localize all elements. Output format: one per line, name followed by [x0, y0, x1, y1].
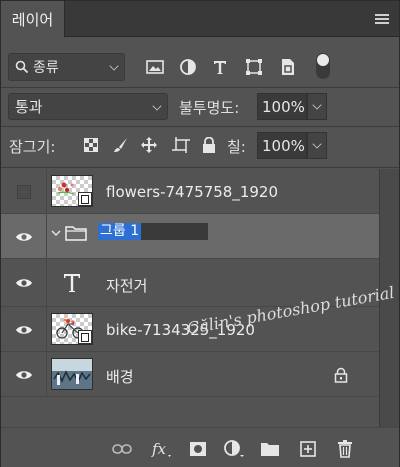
search-icon	[15, 60, 29, 74]
fx-layer-style-icon[interactable]: fx	[150, 438, 172, 460]
lock-transparent-pixels-icon[interactable]	[81, 135, 101, 155]
chevron-down-icon	[109, 61, 119, 71]
layer-name[interactable]: 배경	[106, 366, 134, 387]
hidden-visibility-box	[16, 184, 31, 199]
layers-bottom-toolbar: fx	[1, 427, 399, 467]
new-group-folder-icon[interactable]	[259, 438, 281, 460]
lock-all-icon[interactable]	[199, 135, 219, 155]
text-layer-icon	[64, 274, 80, 292]
divider	[1, 87, 399, 88]
opacity-label: 불투명도:	[179, 99, 240, 117]
layer-row-selected[interactable]: 그룹 1	[1, 214, 379, 259]
filter-toggle-switch[interactable]	[316, 53, 330, 79]
svg-text:fx: fx	[151, 440, 167, 458]
chevron-down-icon	[312, 139, 322, 149]
eye-icon	[15, 232, 32, 241]
lock-icon[interactable]	[334, 367, 348, 383]
filter-adjustment-icon[interactable]	[177, 56, 199, 78]
tab-layers[interactable]: 레이어	[1, 1, 65, 37]
visibility-toggle[interactable]	[1, 169, 47, 214]
lock-image-pixels-icon[interactable]	[111, 135, 131, 155]
smart-object-badge-icon	[78, 192, 92, 206]
visibility-toggle[interactable]	[1, 259, 47, 307]
filter-kind-select[interactable]: 종류	[8, 53, 125, 81]
chevron-down-icon	[152, 101, 162, 111]
filter-pixel-icon[interactable]	[144, 56, 166, 78]
blend-mode-select[interactable]: 통과	[8, 93, 168, 120]
folder-icon	[65, 226, 87, 241]
lock-artboard-icon[interactable]	[171, 135, 191, 155]
layer-thumbnail	[51, 313, 93, 345]
lock-position-icon[interactable]	[139, 135, 159, 155]
fill-input[interactable]: 100%	[257, 132, 307, 159]
layer-row[interactable]: flowers-7475758_1920	[1, 169, 379, 214]
filter-smart-object-icon[interactable]	[277, 56, 299, 78]
panel-tab-bar: 레이어	[1, 1, 399, 37]
blend-mode-label: 통과	[15, 98, 43, 116]
opacity-dropdown[interactable]	[307, 93, 327, 120]
trash-icon[interactable]	[334, 438, 356, 460]
visibility-toggle[interactable]	[1, 352, 47, 397]
filter-type-icon[interactable]	[209, 56, 231, 78]
visibility-toggle[interactable]	[1, 214, 47, 259]
visibility-toggle[interactable]	[1, 307, 47, 352]
fill-dropdown[interactable]	[307, 132, 327, 159]
smart-object-badge-icon	[78, 330, 92, 344]
link-layers-icon[interactable]	[111, 438, 133, 460]
eye-icon	[15, 325, 32, 334]
adjustment-layer-icon[interactable]	[223, 438, 245, 460]
chevron-down-icon	[312, 100, 322, 110]
divider	[1, 126, 399, 127]
layers-panel: 레이어 종류 통과 불투명도: 100% 잠그기: 칠: 100% flower…	[0, 0, 400, 467]
eye-icon	[15, 279, 32, 287]
divider	[1, 167, 399, 168]
filter-kind-label: 종류	[33, 60, 59, 76]
add-mask-icon[interactable]	[187, 438, 209, 460]
eye-icon	[15, 370, 32, 379]
filter-shape-icon[interactable]	[243, 56, 265, 78]
layer-thumbnail	[51, 175, 93, 207]
panel-menu-icon[interactable]	[375, 14, 389, 24]
new-layer-icon[interactable]	[297, 438, 319, 460]
layer-name[interactable]: flowers-7475758_1920	[106, 183, 278, 201]
opacity-input[interactable]: 100%	[257, 93, 307, 120]
fill-label: 칠:	[227, 138, 246, 156]
layer-name-selected-text: 그룹 1	[98, 223, 142, 240]
lock-label: 잠그기:	[9, 138, 56, 156]
layer-name-edit-field[interactable]: 그룹 1	[98, 223, 208, 240]
layer-thumbnail	[51, 358, 93, 390]
group-expand-chevron-icon[interactable]	[51, 228, 61, 238]
layer-row[interactable]: 배경	[1, 352, 379, 397]
layer-name[interactable]: 자전거	[106, 275, 147, 296]
